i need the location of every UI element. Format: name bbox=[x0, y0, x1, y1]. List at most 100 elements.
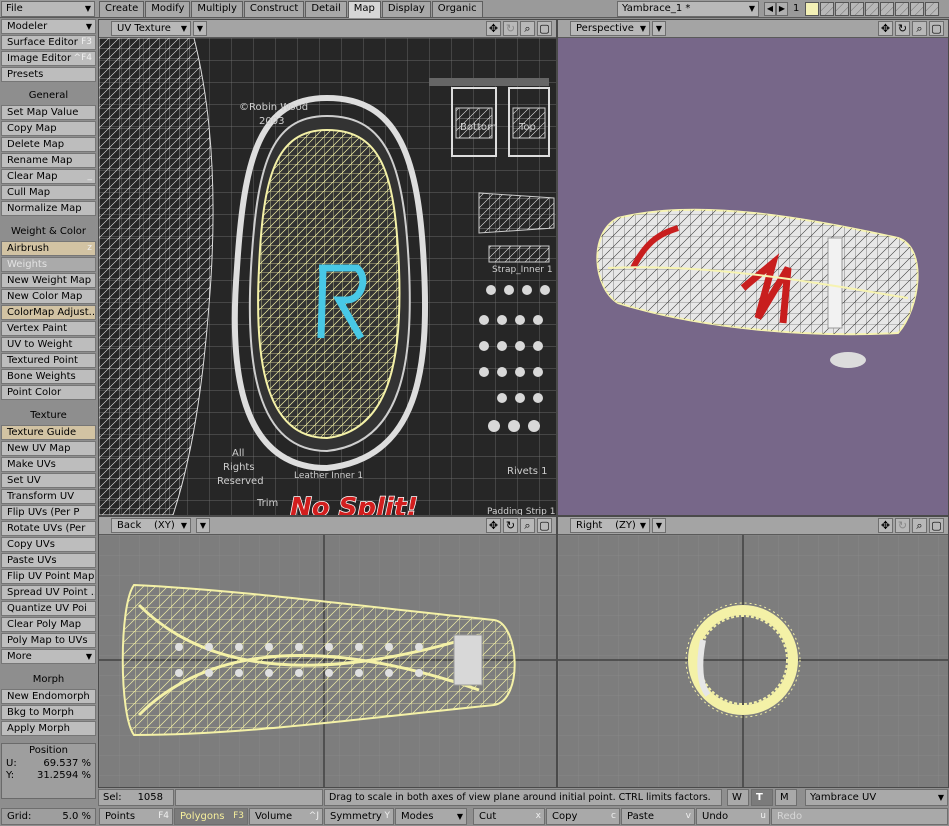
object-selector[interactable]: Yambrace_1 * ▼ bbox=[617, 1, 759, 17]
tab-detail[interactable]: Detail bbox=[305, 1, 347, 17]
layer-box[interactable] bbox=[820, 2, 834, 16]
rotate-icon[interactable]: ↻ bbox=[895, 518, 910, 533]
view-type-select[interactable]: UV Texture ▼ bbox=[111, 21, 191, 36]
maximize-icon[interactable]: ▢ bbox=[537, 21, 552, 36]
point-color-button[interactable]: Point Color bbox=[1, 385, 96, 400]
zoom-icon[interactable]: ⌕ bbox=[520, 21, 535, 36]
modes-menu[interactable]: Modes ▼ bbox=[395, 808, 467, 825]
layer-box[interactable] bbox=[850, 2, 864, 16]
view-options-select[interactable]: ▼ bbox=[196, 518, 210, 533]
pan-icon[interactable]: ✥ bbox=[486, 21, 501, 36]
image-editor-button[interactable]: Image Editor ^F4 bbox=[1, 51, 96, 66]
layer-box[interactable] bbox=[865, 2, 879, 16]
make-uvs-button[interactable]: Make UVs bbox=[1, 457, 96, 472]
view-options-select[interactable]: ▼ bbox=[193, 21, 207, 36]
set-uv-button[interactable]: Set UV bbox=[1, 473, 96, 488]
poly-map-to-uvs-button[interactable]: Poly Map to UVs bbox=[1, 633, 96, 648]
apply-morph-button[interactable]: Apply Morph bbox=[1, 721, 96, 736]
zoom-icon[interactable]: ⌕ bbox=[520, 518, 535, 533]
viewport-back[interactable]: Back (XY) ▼ ▼ ✥ ↻ ⌕ ▢ bbox=[98, 516, 557, 788]
paste-uvs-button[interactable]: Paste UVs bbox=[1, 553, 96, 568]
layer-box[interactable] bbox=[880, 2, 894, 16]
tab-organic[interactable]: Organic bbox=[431, 1, 483, 17]
flip-uvs-button[interactable]: Flip UVs (Per P bbox=[1, 505, 96, 520]
symmetry-toggle[interactable]: Symmetry Y bbox=[324, 808, 394, 825]
cull-map-button[interactable]: Cull Map bbox=[1, 185, 96, 200]
more-menu[interactable]: More ▼ bbox=[1, 649, 96, 664]
vmap-selector[interactable]: Yambrace UV ▼ bbox=[805, 789, 948, 806]
quantize-uv-button[interactable]: Quantize UV Poi bbox=[1, 601, 96, 616]
weights-button[interactable]: Weights bbox=[1, 257, 96, 272]
undo-button[interactable]: Undo u bbox=[696, 808, 770, 825]
uv-to-weight-button[interactable]: UV to Weight bbox=[1, 337, 96, 352]
layer-box[interactable] bbox=[910, 2, 924, 16]
tab-multiply[interactable]: Multiply bbox=[191, 1, 243, 17]
textured-point-button[interactable]: Textured Point bbox=[1, 353, 96, 368]
pan-icon[interactable]: ✥ bbox=[878, 21, 893, 36]
file-menu[interactable]: File ▼ bbox=[1, 1, 95, 17]
viewport-right[interactable]: Right (ZY) ▼ ▼ ✥ ↻ ⌕ ▢ bbox=[557, 516, 949, 788]
tab-map[interactable]: Map bbox=[347, 1, 381, 18]
copy-map-button[interactable]: Copy Map bbox=[1, 121, 96, 136]
rename-map-button[interactable]: Rename Map bbox=[1, 153, 96, 168]
tab-create[interactable]: Create bbox=[99, 1, 145, 17]
map-type-weight[interactable]: W bbox=[727, 789, 749, 806]
texture-guide-button[interactable]: Texture Guide bbox=[1, 425, 96, 440]
copy-button[interactable]: Copy c bbox=[546, 808, 620, 825]
zoom-icon[interactable]: ⌕ bbox=[912, 21, 927, 36]
view-options-select[interactable]: ▼ bbox=[652, 21, 666, 36]
maximize-icon[interactable]: ▢ bbox=[929, 21, 944, 36]
tab-modify[interactable]: Modify bbox=[145, 1, 191, 17]
view-type-select[interactable]: Right (ZY) ▼ bbox=[570, 518, 650, 533]
flip-uv-point-map-button[interactable]: Flip UV Point Map bbox=[1, 569, 96, 584]
view-options-select[interactable]: ▼ bbox=[652, 518, 666, 533]
bkg-to-morph-button[interactable]: Bkg to Morph bbox=[1, 705, 96, 720]
copy-uvs-button[interactable]: Copy UVs bbox=[1, 537, 96, 552]
transform-uv-button[interactable]: Transform UV bbox=[1, 489, 96, 504]
clear-poly-map-button[interactable]: Clear Poly Map bbox=[1, 617, 96, 632]
polygons-mode-button[interactable]: Polygons F3 bbox=[174, 808, 248, 825]
view-type-select[interactable]: Perspective ▼ bbox=[570, 21, 650, 36]
points-mode-button[interactable]: Points F4 bbox=[99, 808, 173, 825]
layer-box[interactable] bbox=[835, 2, 849, 16]
maximize-icon[interactable]: ▢ bbox=[537, 518, 552, 533]
layer-next-button[interactable]: ▶ bbox=[776, 2, 788, 16]
rotate-icon[interactable]: ↻ bbox=[503, 518, 518, 533]
new-uv-map-button[interactable]: New UV Map bbox=[1, 441, 96, 456]
layer-box[interactable] bbox=[925, 2, 939, 16]
spread-uv-point-button[interactable]: Spread UV Point ... bbox=[1, 585, 96, 600]
viewport-uv-texture[interactable]: UV Texture ▼ ▼ ✥ ↻ ⌕ ▢ ©Robin Wood 2003 … bbox=[98, 19, 557, 516]
uv-canvas[interactable]: ©Robin Wood 2003 Bottom Top Strap_Inner … bbox=[99, 38, 556, 515]
back-canvas[interactable] bbox=[99, 535, 556, 787]
colormap-adjust-button[interactable]: ColorMap Adjust... bbox=[1, 305, 96, 320]
map-type-morph[interactable]: M bbox=[775, 789, 797, 806]
right-canvas[interactable] bbox=[558, 535, 948, 787]
paste-button[interactable]: Paste v bbox=[621, 808, 695, 825]
rotate-icon[interactable]: ↻ bbox=[503, 21, 518, 36]
new-weight-map-button[interactable]: New Weight Map bbox=[1, 273, 96, 288]
map-type-texture[interactable]: T bbox=[751, 789, 773, 806]
surface-editor-button[interactable]: Surface Editor F3 bbox=[1, 35, 96, 50]
set-map-value-button[interactable]: Set Map Value bbox=[1, 105, 96, 120]
perspective-canvas[interactable] bbox=[558, 38, 948, 515]
volume-mode-button[interactable]: Volume ^J bbox=[249, 808, 323, 825]
airbrush-button[interactable]: Airbrush z bbox=[1, 241, 96, 256]
bone-weights-button[interactable]: Bone Weights bbox=[1, 369, 96, 384]
cut-button[interactable]: Cut x bbox=[473, 808, 545, 825]
view-type-select[interactable]: Back (XY) ▼ bbox=[111, 518, 191, 533]
delete-map-button[interactable]: Delete Map bbox=[1, 137, 96, 152]
normalize-map-button[interactable]: Normalize Map bbox=[1, 201, 96, 216]
layer-box[interactable] bbox=[895, 2, 909, 16]
rotate-uvs-button[interactable]: Rotate UVs (Per bbox=[1, 521, 96, 536]
modeler-menu[interactable]: Modeler ▼ bbox=[1, 19, 96, 34]
clear-map-button[interactable]: Clear Map _ bbox=[1, 169, 96, 184]
zoom-icon[interactable]: ⌕ bbox=[912, 518, 927, 533]
presets-button[interactable]: Presets bbox=[1, 67, 96, 82]
pan-icon[interactable]: ✥ bbox=[878, 518, 893, 533]
rotate-icon[interactable]: ↻ bbox=[895, 21, 910, 36]
tab-construct[interactable]: Construct bbox=[243, 1, 305, 17]
layer-prev-button[interactable]: ◀ bbox=[764, 2, 776, 16]
pan-icon[interactable]: ✥ bbox=[486, 518, 501, 533]
new-color-map-button[interactable]: New Color Map bbox=[1, 289, 96, 304]
vertex-paint-button[interactable]: Vertex Paint bbox=[1, 321, 96, 336]
